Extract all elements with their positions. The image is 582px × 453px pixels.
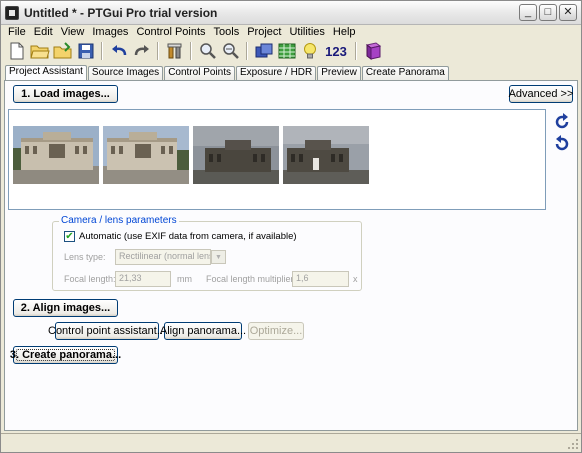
numbers-icon[interactable]: 123 xyxy=(321,40,351,62)
lens-type-label: Lens type: xyxy=(64,252,106,262)
tab-create-panorama[interactable]: Create Panorama xyxy=(361,66,449,80)
minimize-button[interactable]: _ xyxy=(519,4,537,21)
open-folder-icon[interactable] xyxy=(28,40,51,62)
book-icon[interactable] xyxy=(361,40,384,62)
panorama-editor-icon[interactable] xyxy=(252,40,275,62)
multiplier-unit: x xyxy=(353,274,358,284)
rotate-left-icon[interactable] xyxy=(553,113,571,131)
open-folder-arrow-icon[interactable] xyxy=(51,40,74,62)
numbers-label: 123 xyxy=(325,43,347,59)
save-icon[interactable] xyxy=(74,40,97,62)
image-thumbnail[interactable] xyxy=(13,126,99,184)
toolbar-separator xyxy=(190,42,192,60)
chevron-down-icon[interactable]: ▼ xyxy=(211,250,226,264)
tab-control-points[interactable]: Control Points xyxy=(164,66,235,80)
tab-preview[interactable]: Preview xyxy=(317,66,361,80)
menu-control-points[interactable]: Control Points xyxy=(132,26,209,38)
image-thumbnail[interactable] xyxy=(283,126,369,184)
focal-length-input[interactable]: 21,33 xyxy=(115,271,171,287)
zoom-out-icon[interactable] xyxy=(219,40,242,62)
window-title: Untitled * - PTGui Pro trial version xyxy=(24,5,218,20)
control-point-assistant-button[interactable]: Control point assistant... xyxy=(48,322,166,340)
automatic-label: Automatic (use EXIF data from camera, if… xyxy=(79,231,297,242)
toolbar-separator xyxy=(355,42,357,60)
project-assistant-panel: 1. Load images... Advanced >> Camera / l… xyxy=(4,80,578,431)
resize-grip-icon[interactable] xyxy=(567,438,579,450)
toolbar-separator xyxy=(246,42,248,60)
tab-strip: Project Assistant Source Images Control … xyxy=(5,65,450,81)
group-title: Camera / lens parameters xyxy=(59,215,179,226)
menu-images[interactable]: Images xyxy=(88,26,132,38)
align-images-button[interactable]: 2. Align images... xyxy=(13,299,118,317)
align-panorama-button[interactable]: Align panorama... xyxy=(160,322,246,340)
tab-exposure-hdr[interactable]: Exposure / HDR xyxy=(236,66,317,80)
redo-icon[interactable] xyxy=(130,40,153,62)
focal-length-label: Focal length: xyxy=(64,274,116,284)
menu-utilities[interactable]: Utilities xyxy=(285,26,328,38)
app-window: Untitled * - PTGui Pro trial version _ □… xyxy=(0,0,582,453)
table-icon[interactable] xyxy=(275,40,298,62)
status-bar xyxy=(1,433,581,452)
camera-lens-groupbox: Camera / lens parameters ✔ Automatic (us… xyxy=(52,215,362,291)
advanced-button[interactable]: Advanced >> xyxy=(509,85,573,103)
menu-bar: File Edit View Images Control Points Too… xyxy=(1,25,581,39)
menu-help[interactable]: Help xyxy=(329,26,360,38)
menu-tools[interactable]: Tools xyxy=(210,26,244,38)
new-file-icon[interactable] xyxy=(5,40,28,62)
maximize-button[interactable]: □ xyxy=(539,4,557,21)
lens-type-select[interactable]: Rectilinear (normal lens) xyxy=(115,249,211,265)
lightbulb-icon[interactable] xyxy=(298,40,321,62)
multiplier-input[interactable]: 1,6 xyxy=(292,271,349,287)
tab-source-images[interactable]: Source Images xyxy=(87,66,164,80)
menu-file[interactable]: File xyxy=(4,26,30,38)
tab-project-assistant[interactable]: Project Assistant xyxy=(5,65,87,81)
close-button[interactable]: ✕ xyxy=(559,4,577,21)
create-panorama-button[interactable]: 3. Create panorama... xyxy=(10,346,121,364)
menu-view[interactable]: View xyxy=(57,26,89,38)
image-thumbnail[interactable] xyxy=(103,126,189,184)
load-images-button[interactable]: 1. Load images... xyxy=(13,85,118,103)
menu-project[interactable]: Project xyxy=(243,26,285,38)
rotate-right-icon[interactable] xyxy=(553,135,571,153)
focal-length-unit: mm xyxy=(177,274,192,284)
wrench-tools-icon[interactable] xyxy=(163,40,186,62)
window-controls: _ □ ✕ xyxy=(519,4,577,21)
toolbar-separator xyxy=(157,42,159,60)
image-thumbnail[interactable] xyxy=(193,126,279,184)
menu-edit[interactable]: Edit xyxy=(30,26,57,38)
title-bar[interactable]: Untitled * - PTGui Pro trial version _ □… xyxy=(1,1,581,25)
undo-icon[interactable] xyxy=(107,40,130,62)
app-icon xyxy=(5,5,19,20)
multiplier-label: Focal length multiplier: xyxy=(206,274,297,284)
toolbar-separator xyxy=(101,42,103,60)
image-strip[interactable] xyxy=(8,109,546,210)
automatic-checkbox[interactable]: ✔ xyxy=(64,231,75,242)
zoom-in-icon[interactable] xyxy=(196,40,219,62)
optimize-button[interactable]: Optimize... xyxy=(248,322,304,340)
toolbar: 123 xyxy=(1,39,581,63)
